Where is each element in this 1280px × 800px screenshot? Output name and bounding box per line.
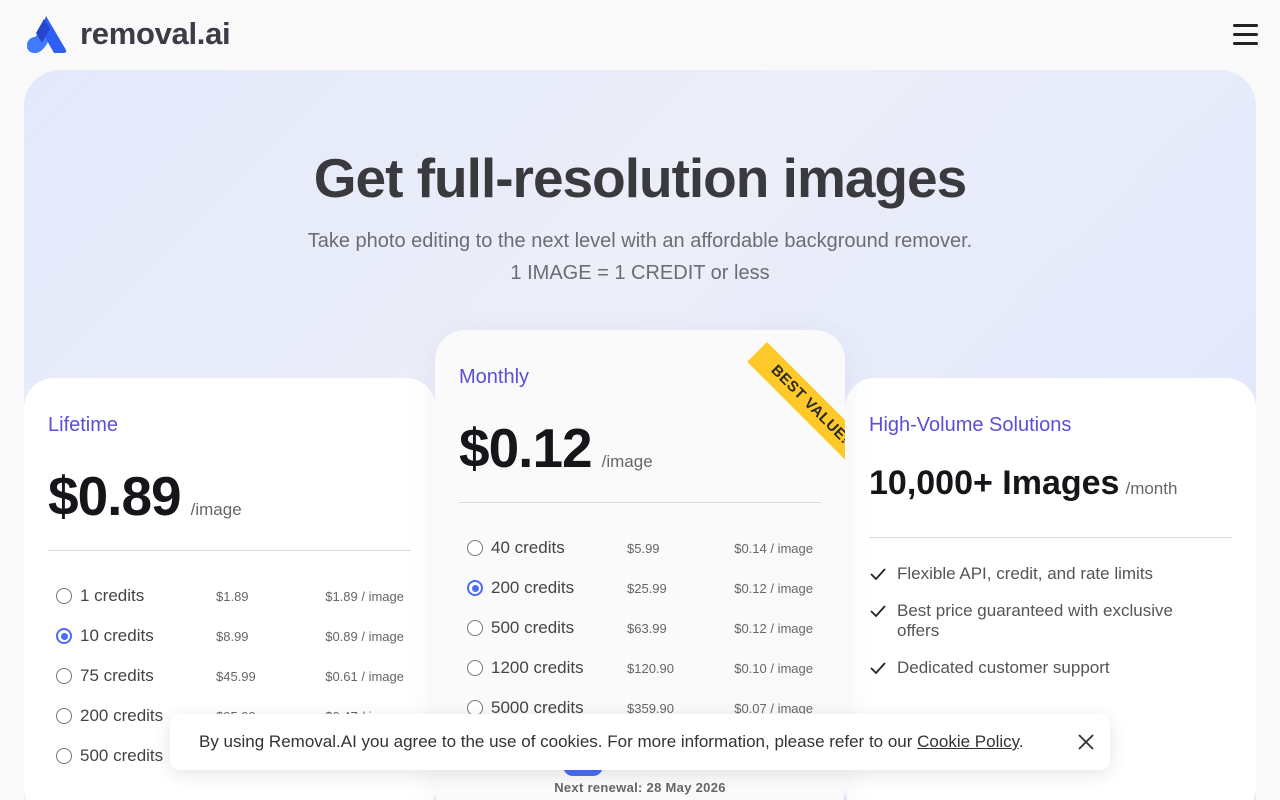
- logo-text: removal.ai: [80, 16, 231, 51]
- cookie-policy-link[interactable]: Cookie Policy: [917, 732, 1019, 751]
- radio-button[interactable]: [56, 748, 72, 764]
- monthly-option-1[interactable]: 40 credits: [467, 536, 565, 560]
- radio-button-selected[interactable]: [467, 580, 483, 596]
- option-credits: 1 credits: [80, 586, 145, 605]
- header: removal.ai: [0, 0, 1280, 70]
- page-title: Get full-resolution images: [313, 147, 967, 209]
- option-price: $1.89: [216, 589, 249, 604]
- radio-button[interactable]: [56, 668, 72, 684]
- cookie-period: .: [1018, 732, 1024, 751]
- high-volume-title: 10,000+ Images: [869, 464, 1120, 502]
- monthly-option-3[interactable]: 500 credits: [467, 616, 574, 640]
- option-credits: 10 credits: [80, 626, 154, 645]
- option-per-image: $0.61 / image: [325, 669, 404, 684]
- option-credits: 200 credits: [491, 578, 575, 597]
- option-price: $63.99: [627, 621, 667, 636]
- monthly-option-4[interactable]: 1200 credits: [467, 656, 584, 680]
- option-credits: 1200 credits: [491, 658, 584, 677]
- option-credits: 75 credits: [80, 666, 154, 685]
- lifetime-price: $0.89: [48, 465, 182, 527]
- lifetime-option-2[interactable]: 10 credits: [56, 624, 154, 648]
- hero-subtitle: Take photo editing to the next level wit…: [307, 230, 973, 252]
- check-icon: [870, 568, 886, 581]
- option-price: $45.99: [216, 669, 256, 684]
- feature-text: Dedicated customer support: [897, 658, 1110, 677]
- hero-credit-note: 1 IMAGE = 1 CREDIT or less: [510, 262, 770, 284]
- monthly-option-2[interactable]: 200 credits: [467, 576, 574, 600]
- monthly-price-block: $0.12 /image: [459, 416, 653, 480]
- option-per-image: $1.89 / image: [325, 589, 404, 604]
- feature-item: Best price guaranteed with exclusive off…: [869, 601, 1209, 641]
- high-volume-plan-name: High-Volume Solutions: [869, 414, 1072, 436]
- best-value-ribbon: BEST VALUE!: [747, 342, 845, 468]
- hamburger-menu-icon[interactable]: [1233, 24, 1258, 46]
- option-per-image: $0.14 / image: [734, 541, 813, 556]
- cookie-banner: By using Removal.AI you agree to the use…: [170, 714, 1110, 770]
- option-credits: 40 credits: [491, 538, 565, 557]
- lifetime-option-1[interactable]: 1 credits: [56, 584, 144, 608]
- feature-text: Flexible API, credit, and rate limits: [897, 564, 1154, 583]
- option-per-image: $0.89 / image: [325, 629, 404, 644]
- option-per-image: $0.12 / image: [734, 581, 813, 596]
- monthly-plan-name: Monthly: [459, 366, 530, 388]
- cookie-text-block: By using Removal.AI you agree to the use…: [199, 732, 1024, 752]
- lifetime-option-3[interactable]: 75 credits: [56, 664, 154, 688]
- option-credits: 500 credits: [80, 746, 164, 765]
- option-per-image: $0.10 / image: [734, 661, 813, 676]
- option-credits: 500 credits: [491, 618, 575, 637]
- logo[interactable]: removal.ai: [24, 14, 231, 54]
- radio-button[interactable]: [56, 708, 72, 724]
- check-icon: [870, 662, 886, 675]
- check-icon: [870, 605, 886, 618]
- feature-text: Best price guaranteed with exclusive off…: [897, 601, 1173, 640]
- lifetime-price-unit: /image: [190, 500, 242, 519]
- option-price: $8.99: [216, 629, 249, 644]
- next-renewal-text: Next renewal: 28 May 2026: [554, 780, 726, 795]
- monthly-divider: [459, 502, 821, 503]
- radio-button-selected[interactable]: [56, 628, 72, 644]
- high-volume-unit: /month: [1125, 479, 1178, 498]
- option-price: $25.99: [627, 581, 667, 596]
- radio-button[interactable]: [56, 588, 72, 604]
- lifetime-option-5[interactable]: 500 credits: [56, 744, 163, 768]
- cookie-message: By using Removal.AI you agree to the use…: [199, 732, 918, 751]
- monthly-price: $0.12: [459, 417, 593, 479]
- high-volume-title-block: 10,000+ Images /month: [869, 464, 1177, 503]
- lifetime-option-4[interactable]: 200 credits: [56, 704, 163, 728]
- radio-button[interactable]: [467, 620, 483, 636]
- lifetime-plan-name: Lifetime: [48, 414, 119, 436]
- option-price: $120.90: [627, 661, 674, 676]
- lifetime-price-block: $0.89 /image: [48, 464, 242, 528]
- monthly-price-unit: /image: [601, 452, 653, 471]
- feature-item: Flexible API, credit, and rate limits: [869, 564, 1153, 584]
- feature-item: Dedicated customer support: [869, 658, 1110, 678]
- option-per-image: $0.12 / image: [734, 621, 813, 636]
- removal-ai-logo-icon: [27, 16, 67, 53]
- option-credits: 200 credits: [80, 706, 164, 725]
- high-volume-divider: [869, 537, 1232, 538]
- radio-button[interactable]: [467, 660, 483, 676]
- close-icon[interactable]: [1076, 732, 1096, 752]
- lifetime-divider: [48, 550, 411, 551]
- radio-button[interactable]: [467, 540, 483, 556]
- option-price: $5.99: [627, 541, 660, 556]
